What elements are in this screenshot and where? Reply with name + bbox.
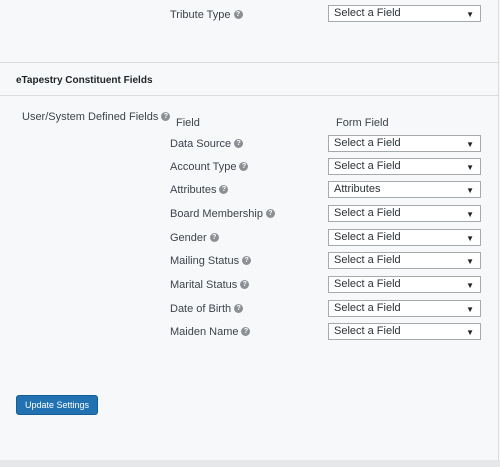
data-source-select[interactable]: Select a Field ▼ (328, 135, 481, 152)
chevron-down-icon: ▼ (466, 140, 474, 149)
help-icon[interactable]: ? (209, 232, 219, 242)
chevron-down-icon: ▼ (466, 257, 474, 266)
tribute-type-select[interactable]: Select a Field ▼ (328, 5, 481, 22)
field-label-account-type: Account Type? (170, 161, 249, 173)
field-label-attributes: Attributes? (170, 184, 229, 196)
help-icon[interactable]: ? (239, 161, 249, 171)
chevron-down-icon: ▼ (466, 281, 474, 290)
marital-status-select[interactable]: Select a Field ▼ (328, 276, 481, 293)
chevron-down-icon: ▼ (466, 305, 474, 314)
footer-strip (0, 460, 500, 467)
tribute-type-label: Tribute Type? (170, 9, 243, 21)
chevron-down-icon: ▼ (466, 10, 474, 19)
help-icon[interactable]: ? (234, 138, 244, 148)
help-icon[interactable]: ? (234, 303, 244, 313)
help-icon[interactable]: ? (161, 111, 171, 121)
section-divider (0, 62, 498, 63)
section-divider (0, 95, 498, 96)
chevron-down-icon: ▼ (466, 234, 474, 243)
field-label-data-source: Data Source? (170, 138, 244, 150)
field-label-maiden-name: Maiden Name? (170, 326, 251, 338)
help-icon[interactable]: ? (242, 255, 252, 265)
help-icon[interactable]: ? (233, 9, 243, 19)
maiden-name-select[interactable]: Select a Field ▼ (328, 323, 481, 340)
attributes-select[interactable]: Attributes ▼ (328, 181, 481, 198)
settings-panel: Tribute Type? Select a Field ▼ eTapestry… (0, 0, 499, 460)
field-label-board-membership: Board Membership? (170, 208, 275, 220)
user-system-fields-label: User/System Defined Fields? (22, 111, 171, 123)
help-icon[interactable]: ? (265, 208, 275, 218)
update-settings-button[interactable]: Update Settings (16, 395, 98, 415)
date-of-birth-select[interactable]: Select a Field ▼ (328, 300, 481, 317)
chevron-down-icon: ▼ (466, 186, 474, 195)
section-title: eTapestry Constituent Fields (16, 75, 153, 86)
field-label-date-of-birth: Date of Birth? (170, 303, 244, 315)
help-icon[interactable]: ? (241, 326, 251, 336)
field-label-gender: Gender? (170, 232, 219, 244)
field-label-mailing-status: Mailing Status? (170, 255, 252, 267)
gender-select[interactable]: Select a Field ▼ (328, 229, 481, 246)
chevron-down-icon: ▼ (466, 163, 474, 172)
help-icon[interactable]: ? (240, 279, 250, 289)
field-label-marital-status: Marital Status? (170, 279, 250, 291)
column-header-form-field: Form Field (336, 117, 389, 129)
column-header-field: Field (176, 117, 200, 129)
chevron-down-icon: ▼ (466, 210, 474, 219)
help-icon[interactable]: ? (219, 184, 229, 194)
board-membership-select[interactable]: Select a Field ▼ (328, 205, 481, 222)
mailing-status-select[interactable]: Select a Field ▼ (328, 252, 481, 269)
chevron-down-icon: ▼ (466, 328, 474, 337)
account-type-select[interactable]: Select a Field ▼ (328, 158, 481, 175)
